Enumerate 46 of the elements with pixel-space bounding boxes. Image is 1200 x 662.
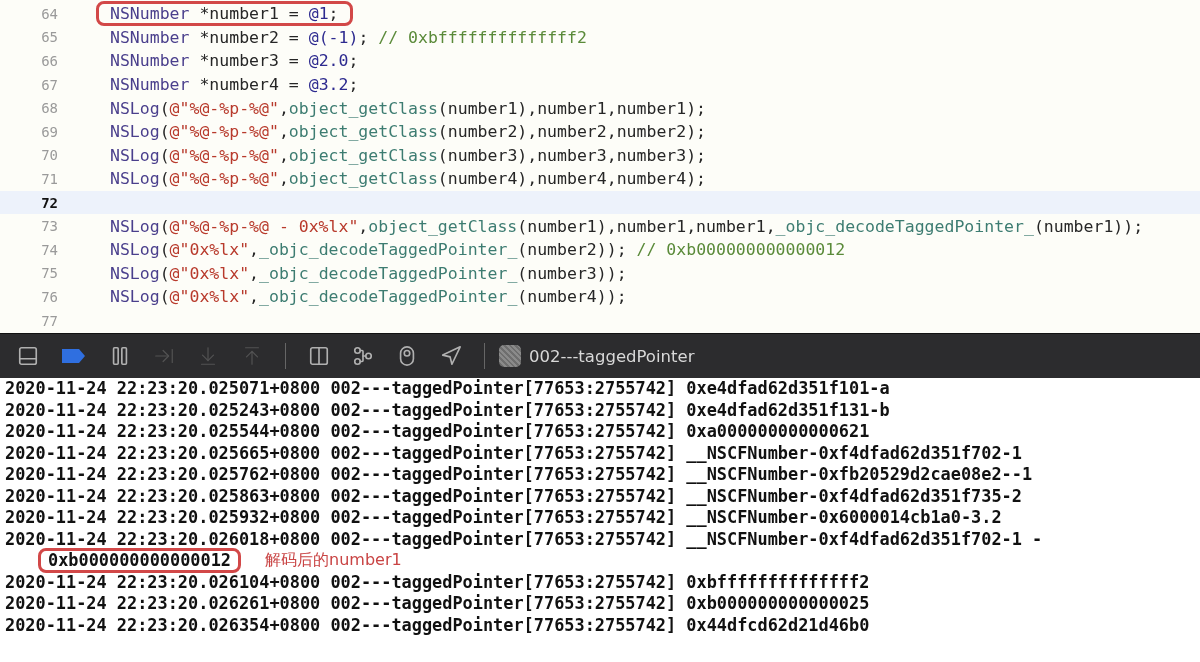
- log-line: 2020-11-24 22:23:20.025932+0800 002---taggedPointer[77653:2755742] __NSCFNumber-0x6000014cb1a0-3.2: [5, 507, 1003, 529]
- line-number: 76: [40, 288, 59, 305]
- code-line: NSNumber *number4 = @3.2;: [109, 74, 360, 97]
- line-number: 74: [40, 241, 59, 258]
- breakpoint-icon[interactable]: [61, 347, 87, 365]
- line-number: 75: [40, 265, 59, 282]
- log-line: 2020-11-24 22:23:20.025071+0800 002---taggedPointer[77653:2755742] 0xe4dfad62d351f101-a: [5, 378, 891, 400]
- line-number: 67: [40, 76, 59, 93]
- app-icon: [499, 345, 521, 367]
- code-line: NSLog(@"0x%lx",_objc_decodeTaggedPointer_(number2)); // 0xb000000000000012: [109, 239, 847, 262]
- code-line: NSLog(@"0x%lx",_objc_decodeTaggedPointer_(number3));: [109, 262, 628, 285]
- log-line: 2020-11-24 22:23:20.025863+0800 002---taggedPointer[77653:2755742] __NSCFNumber-0xf4dfad62d351f735-2: [5, 485, 1023, 507]
- code-line: NSLog(@"%@-%p-%@",object_getClass(number3),number3,number3);: [109, 144, 708, 167]
- annotation-note: 解码后的number1: [265, 550, 402, 572]
- code-line: NSNumber *number2 = @(-1); // 0xbffffffffffffff2: [109, 26, 588, 49]
- graph-icon[interactable]: [352, 345, 374, 367]
- log-line: 2020-11-24 22:23:20.025762+0800 002---taggedPointer[77653:2755742] __NSCFNumber-0xfb20529d2cae08e2--1: [5, 464, 1034, 486]
- log-line: 2020-11-24 22:23:20.025544+0800 002---taggedPointer[77653:2755742] 0xa000000000000621: [5, 421, 871, 443]
- line-number: 65: [40, 29, 59, 46]
- location-arrow-icon[interactable]: [440, 345, 462, 367]
- log-line: 2020-11-24 22:23:20.026354+0800 002---taggedPointer[77653:2755742] 0x44dfcd62d21d46b0: [5, 614, 871, 636]
- view-debugger-icon[interactable]: [308, 345, 330, 367]
- code-line: NSLog(@"%@-%p-%@",object_getClass(number1),number1,number1);: [109, 97, 708, 120]
- log-line: 2020-11-24 22:23:20.026018+0800 002---taggedPointer[77653:2755742] __NSCFNumber-0xf4dfad62d351f702-1 -: [5, 528, 1044, 550]
- panel-toggle-icon[interactable]: [17, 345, 39, 367]
- code-line: NSNumber *number1 = @1;: [96, 1, 353, 27]
- code-line: NSLog(@"%@-%p-%@",object_getClass(number2),number2,number2);: [109, 121, 708, 144]
- code-line: NSLog(@"%@-%p-%@",object_getClass(number4),number4,number4);: [109, 168, 708, 191]
- line-number: 71: [40, 170, 59, 187]
- line-number: 69: [40, 123, 59, 140]
- line-number: 77: [40, 312, 59, 329]
- line-number: 72: [40, 194, 59, 211]
- log-line: 2020-11-24 22:23:20.026261+0800 002---taggedPointer[77653:2755742] 0xb000000000000025: [5, 593, 871, 615]
- log-line: 2020-11-24 22:23:20.025243+0800 002---taggedPointer[77653:2755742] 0xe4dfad62d351f131-b: [5, 399, 891, 421]
- code-line: NSLog(@"0x%lx",_objc_decodeTaggedPointer_(number4));: [109, 286, 628, 309]
- line-number: 73: [40, 218, 59, 235]
- line-number: 68: [40, 100, 59, 117]
- log-line: 2020-11-24 22:23:20.026104+0800 002---taggedPointer[77653:2755742] 0xbffffffffffffff2: [5, 571, 871, 593]
- code-line: NSNumber *number3 = @2.0;: [109, 50, 360, 73]
- target-name[interactable]: 002---taggedPointer: [529, 346, 695, 366]
- line-number: 66: [40, 53, 59, 69]
- log-line: 2020-11-24 22:23:20.025665+0800 002---taggedPointer[77653:2755742] __NSCFNumber-0xf4dfad62d351f702-1: [5, 442, 1023, 464]
- code-line: NSLog(@"%@-%p-%@ - 0x%lx",object_getClass(number1),number1,number1,_objc_decodeTaggedPointer_(number1));: [109, 215, 1145, 238]
- line-number: 70: [40, 147, 59, 164]
- log-line: 0xb000000000000012: [38, 548, 242, 574]
- line-number: 64: [40, 5, 59, 22]
